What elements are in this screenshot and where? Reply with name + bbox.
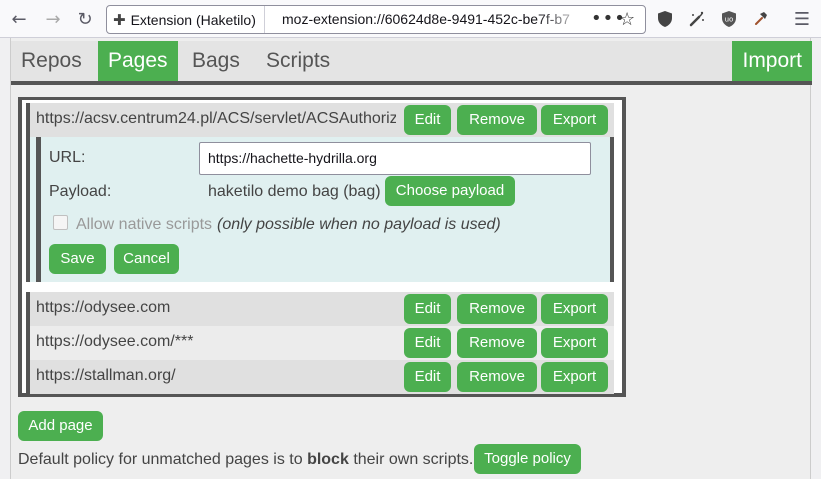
add-page-button[interactable]: Add page [18, 411, 103, 441]
extension-page: Repos Pages Bags Scripts Import https://… [10, 38, 812, 479]
export-button[interactable]: Export [541, 362, 608, 392]
edit-button[interactable]: Edit [404, 328, 451, 358]
edit-button[interactable]: Edit [404, 105, 451, 135]
svg-text:uo: uo [725, 16, 734, 24]
allow-native-checkbox[interactable] [53, 215, 68, 230]
url-fade [537, 6, 587, 33]
extension-identity[interactable]: ✚ Extension (Haketilo) [107, 6, 265, 33]
import-button[interactable]: Import [732, 41, 812, 81]
list-item: https://odysee.com/*** Edit Remove Expor… [26, 326, 614, 360]
menu-icon[interactable]: ☰ [789, 6, 815, 32]
url-bar[interactable]: ✚ Extension (Haketilo) moz-extension://6… [106, 5, 646, 34]
save-button[interactable]: Save [49, 244, 106, 274]
browser-toolbar: ← → ↻ ✚ Extension (Haketilo) moz-extensi… [0, 0, 821, 38]
main-nav: Repos Pages Bags Scripts Import [11, 41, 812, 85]
reload-icon[interactable]: ↻ [72, 6, 98, 32]
page-url: https://stallman.org/ [36, 367, 176, 384]
allow-native-note: (only possible when no payload is used) [217, 216, 501, 233]
pages-list: https://acsv.centrum24.pl/ACS/servlet/AC… [18, 97, 626, 397]
page-url: https://acsv.centrum24.pl/ACS/servlet/AC… [36, 110, 396, 127]
puzzle-icon: ✚ [113, 10, 126, 29]
tab-scripts[interactable]: Scripts [256, 41, 340, 81]
payload-label: Payload: [49, 183, 112, 200]
list-item: https://acsv.centrum24.pl/ACS/servlet/AC… [26, 103, 614, 137]
policy-prefix: Default policy for unmatched pages is to [18, 451, 303, 468]
list-item: https://stallman.org/ Edit Remove Export [26, 360, 614, 394]
policy-action: block [307, 451, 349, 468]
default-policy-text: Default policy for unmatched pages is to… [18, 451, 473, 469]
edit-button[interactable]: Edit [404, 294, 451, 324]
page-editor: URL: https://hachette-hydrilla.org Paylo… [26, 137, 614, 282]
list-item: https://odysee.com Edit Remove Export [26, 292, 614, 326]
remove-button[interactable]: Remove [457, 328, 537, 358]
back-icon[interactable]: ← [6, 6, 32, 32]
edit-button[interactable]: Edit [404, 362, 451, 392]
payload-value: haketilo demo bag (bag) [208, 183, 381, 200]
export-button[interactable]: Export [541, 328, 608, 358]
bookmark-star-icon[interactable]: ☆ [619, 6, 635, 33]
ublock-icon[interactable]: uo [716, 6, 742, 32]
remove-button[interactable]: Remove [457, 294, 537, 324]
tab-pages[interactable]: Pages [98, 41, 178, 81]
forward-icon[interactable]: → [40, 6, 66, 32]
url-label: URL: [49, 149, 86, 166]
clean-icon[interactable] [684, 6, 710, 32]
remove-button[interactable]: Remove [457, 362, 537, 392]
cancel-button[interactable]: Cancel [114, 244, 179, 274]
export-button[interactable]: Export [541, 105, 608, 135]
allow-native-label: Allow native scripts [76, 216, 213, 233]
page-url: https://odysee.com [36, 299, 171, 316]
url-input[interactable]: https://hachette-hydrilla.org [199, 142, 591, 175]
shield-icon[interactable] [652, 6, 678, 32]
remove-button[interactable]: Remove [457, 105, 537, 135]
extension-label: Extension (Haketilo) [130, 11, 256, 28]
tab-repos[interactable]: Repos [11, 41, 92, 81]
choose-payload-button[interactable]: Choose payload [385, 176, 515, 206]
tab-bags[interactable]: Bags [182, 41, 250, 81]
hammer-icon[interactable] [748, 6, 774, 32]
toggle-policy-button[interactable]: Toggle policy [474, 444, 581, 474]
policy-suffix: their own scripts. [353, 451, 474, 468]
export-button[interactable]: Export [541, 294, 608, 324]
page-url: https://odysee.com/*** [36, 333, 194, 350]
